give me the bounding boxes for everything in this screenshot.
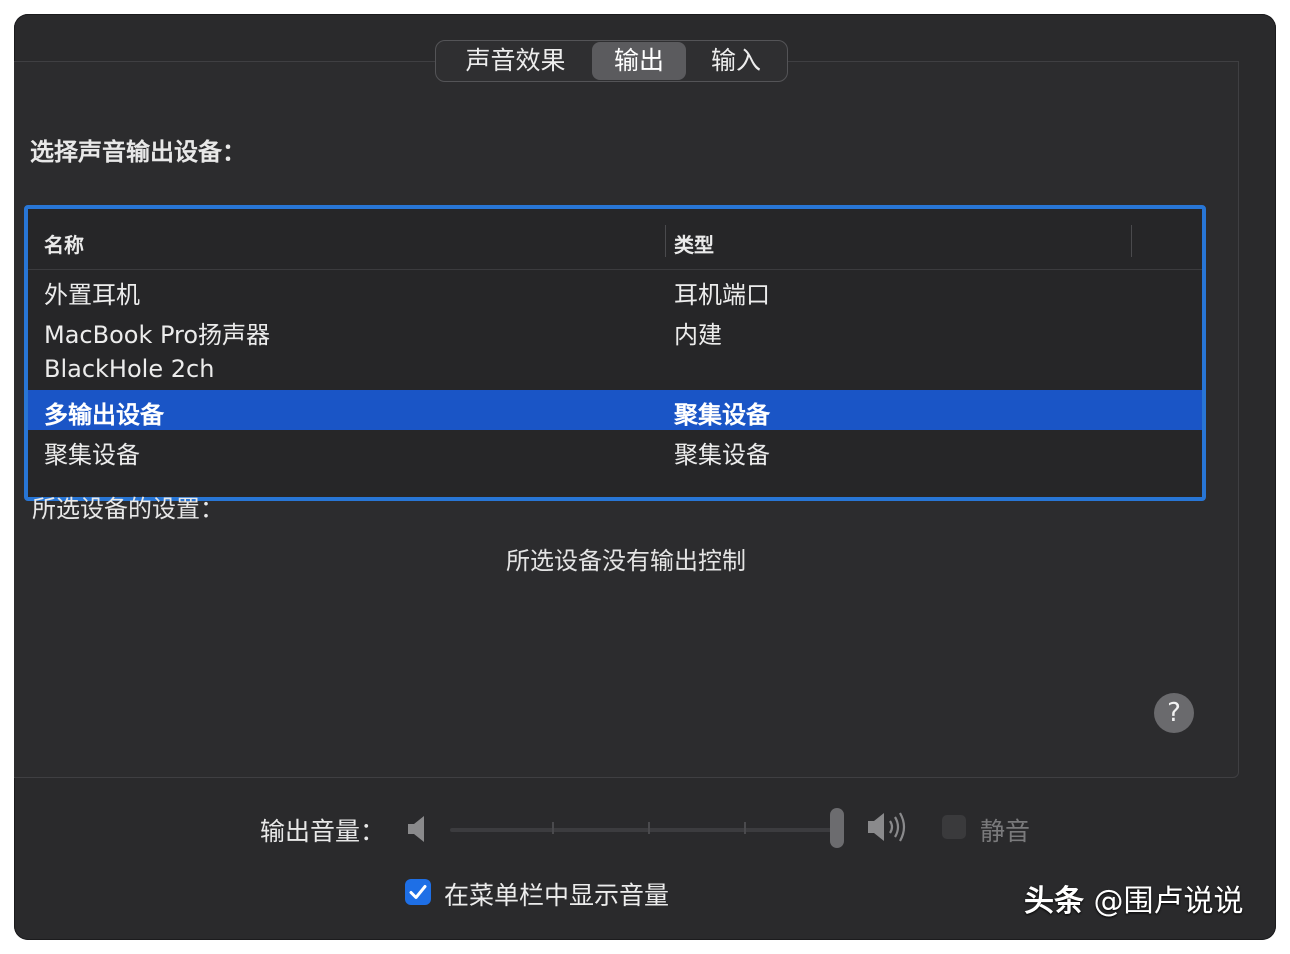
device-name: 聚集设备 (44, 441, 140, 469)
device-row-aggregate[interactable]: 聚集设备 聚集设备 (28, 430, 1202, 470)
watermark-brand: 头条 (1024, 884, 1084, 919)
speaker-high-icon (866, 810, 916, 848)
watermark-handle: @围卢说说 (1093, 884, 1244, 919)
slider-tick (552, 822, 554, 834)
device-name: MacBook Pro扬声器 (44, 321, 271, 349)
device-type: 聚集设备 (674, 401, 770, 429)
output-pane: 选择声音输出设备： 名称 类型 外置耳机 耳机端口 MacBook Pro扬声器… (14, 61, 1239, 778)
device-row-blackhole[interactable]: BlackHole 2ch (28, 350, 1202, 390)
volume-slider-track[interactable] (450, 828, 844, 832)
tab-input[interactable]: 输入 (686, 42, 786, 80)
pane-tab-bar: 声音效果 输出 输入 (435, 40, 788, 82)
tab-sound-effects[interactable]: 声音效果 (439, 42, 592, 80)
speaker-low-icon (406, 814, 430, 848)
device-name: 外置耳机 (44, 281, 140, 309)
device-name: BlackHole 2ch (44, 355, 215, 383)
column-separator[interactable] (1131, 225, 1132, 257)
checkmark-icon (409, 885, 427, 899)
show-volume-in-menu-bar-checkbox[interactable] (405, 879, 431, 905)
mute-checkbox[interactable] (942, 815, 966, 839)
slider-tick (744, 822, 746, 834)
slider-tick (648, 822, 650, 834)
volume-slider-knob[interactable] (830, 808, 844, 848)
device-type: 聚集设备 (674, 441, 770, 469)
mute-label: 静音 (980, 817, 1031, 846)
device-type: 耳机端口 (674, 281, 770, 309)
tab-output[interactable]: 输出 (592, 42, 686, 80)
device-row-macbook-speakers[interactable]: MacBook Pro扬声器 内建 (28, 310, 1202, 350)
show-volume-in-menu-bar-label[interactable]: 在菜单栏中显示音量 (444, 876, 669, 912)
output-volume-label: 输出音量： (260, 817, 386, 846)
help-button[interactable]: ? (1154, 693, 1194, 733)
column-header-name[interactable]: 名称 (44, 229, 84, 258)
column-header-type[interactable]: 类型 (674, 229, 714, 258)
device-row-external-headphones[interactable]: 外置耳机 耳机端口 (28, 270, 1202, 310)
column-separator[interactable] (665, 225, 666, 257)
sound-preferences-window: 选择声音输出设备： 名称 类型 外置耳机 耳机端口 MacBook Pro扬声器… (14, 14, 1276, 940)
no-output-controls-message: 所选设备没有输出控制 (506, 547, 746, 575)
select-device-label: 选择声音输出设备： (30, 138, 246, 166)
device-row-multi-output-selected[interactable]: 多输出设备 聚集设备 (28, 390, 1202, 430)
output-device-table[interactable]: 名称 类型 外置耳机 耳机端口 MacBook Pro扬声器 内建 BlackH… (24, 205, 1206, 501)
watermark: 头条 @围卢说说 (1024, 876, 1244, 920)
device-name: 多输出设备 (44, 401, 164, 429)
table-header: 名称 类型 (28, 209, 1202, 270)
selected-device-settings-label: 所选设备的设置： (32, 495, 224, 523)
device-type: 内建 (674, 321, 722, 349)
